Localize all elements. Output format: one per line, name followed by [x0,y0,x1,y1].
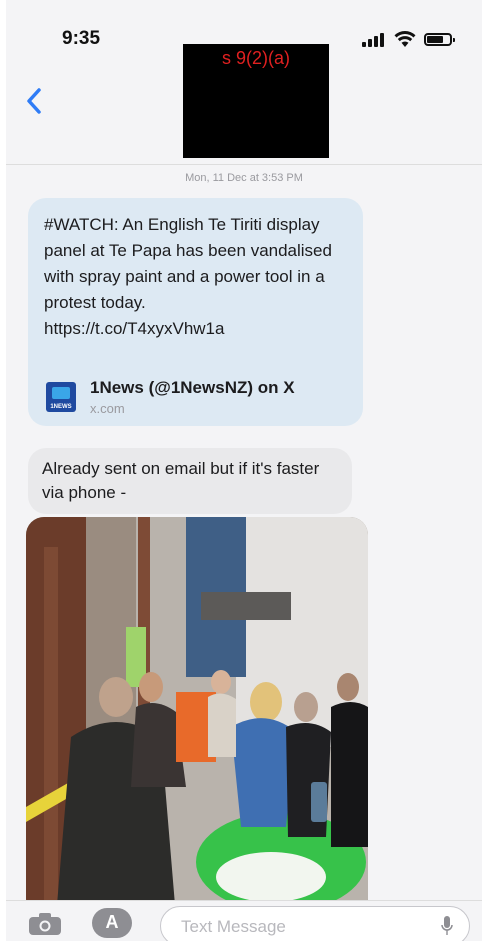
link-preview-domain: x.com [90,401,125,416]
photo-image [26,517,368,917]
photo-attachment[interactable] [26,517,368,917]
microphone-icon[interactable] [441,916,453,936]
message-text-field[interactable]: Text Message [160,906,470,941]
link-preview-title: 1News (@1NewsNZ) on X [90,378,295,397]
1news-logo-text: 1NEWS [50,404,72,410]
text-message-bubble[interactable]: Already sent on email but if it's faster… [28,448,352,514]
battery-icon [424,33,455,46]
wifi-icon [394,31,416,47]
link-preview[interactable]: 1NEWS 1News (@1NewsNZ) on X x.com [46,376,346,420]
message-timestamp: Mon, 11 Dec at 3:53 PM [185,172,303,184]
redacted-contact-box: s 9(2)(a) [183,44,329,158]
message-text: #WATCH: An English Te Tiriti display pan… [44,215,332,338]
camera-icon[interactable] [28,912,62,936]
status-time: 9:35 [62,28,101,49]
link-message-bubble[interactable]: #WATCH: An English Te Tiriti display pan… [28,198,363,426]
message-text: Already sent on email but if it's faster… [42,459,320,502]
redaction-label: s 9(2)(a) [221,48,290,68]
1news-logo-icon: 1NEWS [46,382,76,412]
cellular-signal-icon [362,33,388,47]
back-chevron-icon[interactable] [24,86,46,116]
messages-screen: 9:35 s 9(2)(a) Mon, 11 Dec at 3:53 PM #W… [6,0,482,941]
app-store-icon[interactable]: A [92,908,132,938]
message-placeholder: Text Message [181,917,286,936]
